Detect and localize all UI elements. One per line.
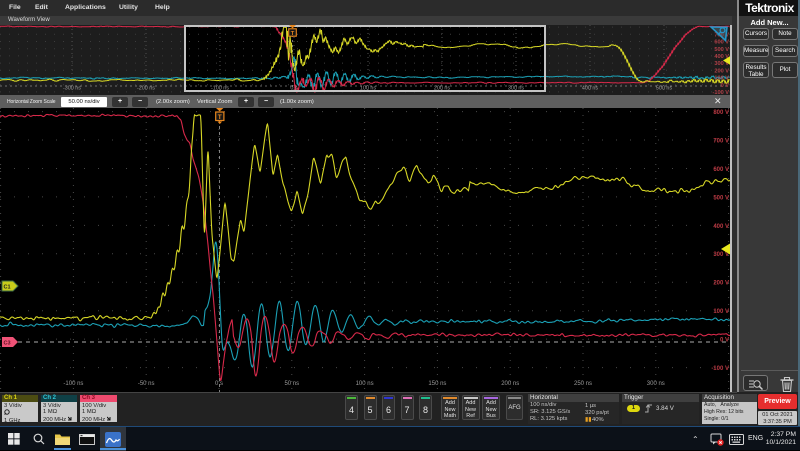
svg-text:300 ns: 300 ns bbox=[508, 86, 524, 92]
svg-text:400 V: 400 V bbox=[713, 224, 729, 230]
svg-text:500 ns: 500 ns bbox=[656, 86, 672, 92]
svg-text:600 V: 600 V bbox=[713, 167, 729, 173]
svg-text:250 ns: 250 ns bbox=[574, 381, 592, 387]
svg-text:-200 ns: -200 ns bbox=[137, 86, 155, 92]
svg-text:700 V: 700 V bbox=[713, 138, 729, 144]
svg-text:800 V: 800 V bbox=[713, 110, 729, 116]
svg-text:-50 ns: -50 ns bbox=[138, 381, 155, 387]
svg-text:-300 ns: -300 ns bbox=[63, 86, 81, 92]
svg-text:100 ns: 100 ns bbox=[360, 86, 376, 92]
svg-text:200 V: 200 V bbox=[713, 281, 729, 287]
svg-text:-100 ns: -100 ns bbox=[211, 86, 229, 92]
svg-text:0 s: 0 s bbox=[215, 381, 223, 387]
svg-text:150 ns: 150 ns bbox=[428, 381, 446, 387]
svg-text:T: T bbox=[291, 31, 295, 37]
svg-text:0 s: 0 s bbox=[290, 86, 297, 92]
svg-text:50 ns: 50 ns bbox=[284, 381, 299, 387]
svg-text:-100 ns: -100 ns bbox=[63, 381, 83, 387]
svg-text:400 ns: 400 ns bbox=[582, 86, 598, 92]
svg-text:0 V: 0 V bbox=[721, 83, 730, 89]
svg-text:300 V: 300 V bbox=[713, 252, 729, 258]
svg-text:200 V: 200 V bbox=[714, 68, 729, 74]
svg-text:200 ns: 200 ns bbox=[434, 86, 450, 92]
svg-text:0 V: 0 V bbox=[720, 338, 729, 344]
svg-text:600 V: 600 V bbox=[714, 40, 729, 46]
svg-text:300 ns: 300 ns bbox=[647, 381, 665, 387]
svg-text:200 ns: 200 ns bbox=[501, 381, 519, 387]
svg-text:100 ns: 100 ns bbox=[356, 381, 374, 387]
svg-text:100 V: 100 V bbox=[713, 309, 729, 315]
svg-text:100 V: 100 V bbox=[714, 76, 729, 82]
svg-text:-100 V: -100 V bbox=[711, 366, 729, 372]
svg-text:500 V: 500 V bbox=[713, 195, 729, 201]
svg-text:T: T bbox=[218, 114, 222, 121]
svg-text:C3: C3 bbox=[4, 341, 11, 347]
svg-text:C1: C1 bbox=[4, 285, 11, 291]
svg-text:500 V: 500 V bbox=[714, 47, 729, 53]
